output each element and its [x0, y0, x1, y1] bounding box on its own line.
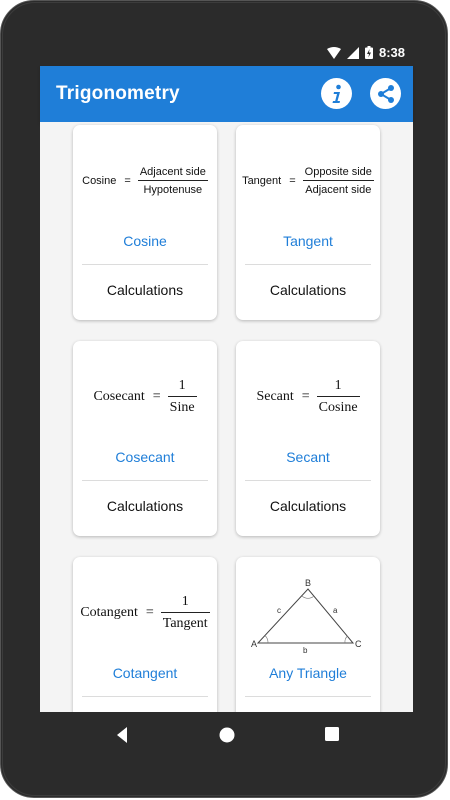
card-title-cotangent[interactable]: Cotangent	[73, 665, 217, 681]
formula-equals: =	[301, 389, 310, 404]
calculations-button-cosine[interactable]: Calculations	[73, 282, 217, 298]
app-title: Trigonometry	[56, 83, 180, 104]
status-bar: 8:38	[40, 41, 413, 66]
cosine-formula: Cosine = Adjacent side Hypotenuse	[73, 155, 217, 207]
calculations-button-cosecant[interactable]: Calculations	[73, 498, 217, 514]
info-button[interactable]	[321, 78, 352, 109]
navigation-bar	[40, 712, 413, 762]
triangle-diagram: A B C a b c	[251, 578, 362, 655]
signal-icon	[346, 46, 359, 59]
vertex-label-b: B	[305, 578, 311, 588]
formula-numerator: 1	[334, 378, 342, 393]
formula-label: Cosine	[82, 175, 117, 187]
card-cosecant[interactable]: Cosecant = 1 Sine Cosecant Calculations	[73, 341, 217, 536]
formula-equals: =	[145, 605, 154, 620]
side-label-a: a	[333, 606, 338, 615]
formula-label: Tangent	[242, 175, 282, 187]
wifi-icon	[326, 46, 341, 59]
calculations-button-secant[interactable]: Calculations	[236, 498, 380, 514]
card-divider	[245, 264, 371, 265]
vertex-label-a: A	[251, 639, 257, 649]
card-grid: Cosine = Adjacent side Hypotenuse Cosine…	[40, 122, 413, 712]
formula-numerator: Opposite side	[304, 166, 372, 178]
device-frame: 8:38 Trigonometry Cosine = Adjacent side…	[0, 0, 448, 798]
cotangent-formula: Cotangent = 1 Tangent	[73, 587, 217, 639]
formula-fraction: 1 Sine	[167, 378, 197, 416]
card-title-cosecant[interactable]: Cosecant	[73, 449, 217, 465]
cosecant-formula: Cosecant = 1 Sine	[73, 371, 217, 423]
card-cosine[interactable]: Cosine = Adjacent side Hypotenuse Cosine…	[73, 125, 217, 320]
card-divider	[245, 696, 371, 697]
formula-denominator: Cosine	[318, 400, 358, 415]
calculations-button-tangent[interactable]: Calculations	[236, 282, 380, 298]
card-divider	[82, 264, 208, 265]
formula-label: Cotangent	[80, 605, 138, 620]
app-bar: Trigonometry	[40, 66, 413, 122]
formula-denominator: Sine	[169, 400, 195, 415]
formula-fraction: Opposite side Adjacent side	[302, 166, 374, 196]
info-icon	[332, 84, 341, 103]
card-divider	[82, 480, 208, 481]
back-icon[interactable]	[115, 726, 129, 744]
secant-formula: Secant = 1 Cosine	[236, 371, 380, 423]
card-title-secant[interactable]: Secant	[236, 449, 380, 465]
share-button[interactable]	[370, 78, 401, 109]
card-title-any-triangle[interactable]: Any Triangle	[236, 665, 380, 681]
card-divider	[82, 696, 208, 697]
card-tangent[interactable]: Tangent = Opposite side Adjacent side Ta…	[236, 125, 380, 320]
vertex-label-c: C	[355, 639, 362, 649]
formula-denominator: Hypotenuse	[143, 184, 203, 196]
formula-equals: =	[289, 175, 296, 187]
recents-icon[interactable]	[324, 726, 340, 742]
side-label-c: c	[277, 606, 281, 615]
formula-fraction: 1 Cosine	[316, 378, 360, 416]
formula-equals: =	[124, 175, 131, 187]
card-any-triangle[interactable]: A B C a b c Any Triangle	[236, 557, 380, 712]
formula-fraction: 1 Tangent	[160, 594, 210, 632]
formula-numerator: Adjacent side	[139, 166, 206, 178]
formula-denominator: Adjacent side	[305, 184, 372, 196]
share-icon	[377, 84, 394, 103]
formula-label: Secant	[256, 389, 294, 404]
formula-denominator: Tangent	[162, 616, 208, 631]
card-secant[interactable]: Secant = 1 Cosine Secant Calculations	[236, 341, 380, 536]
home-icon[interactable]	[218, 726, 236, 744]
tangent-formula: Tangent = Opposite side Adjacent side	[236, 155, 380, 207]
card-cotangent[interactable]: Cotangent = 1 Tangent Cotangent	[73, 557, 217, 712]
card-title-cosine[interactable]: Cosine	[73, 233, 217, 249]
side-label-b: b	[303, 646, 308, 655]
formula-label: Cosecant	[93, 389, 145, 404]
battery-charging-icon	[364, 46, 373, 59]
status-time: 8:38	[378, 45, 405, 60]
card-title-tangent[interactable]: Tangent	[236, 233, 380, 249]
card-divider	[245, 480, 371, 481]
formula-numerator: 1	[178, 378, 186, 393]
formula-fraction: Adjacent side Hypotenuse	[137, 166, 208, 196]
formula-equals: =	[152, 389, 161, 404]
formula-numerator: 1	[181, 594, 189, 609]
